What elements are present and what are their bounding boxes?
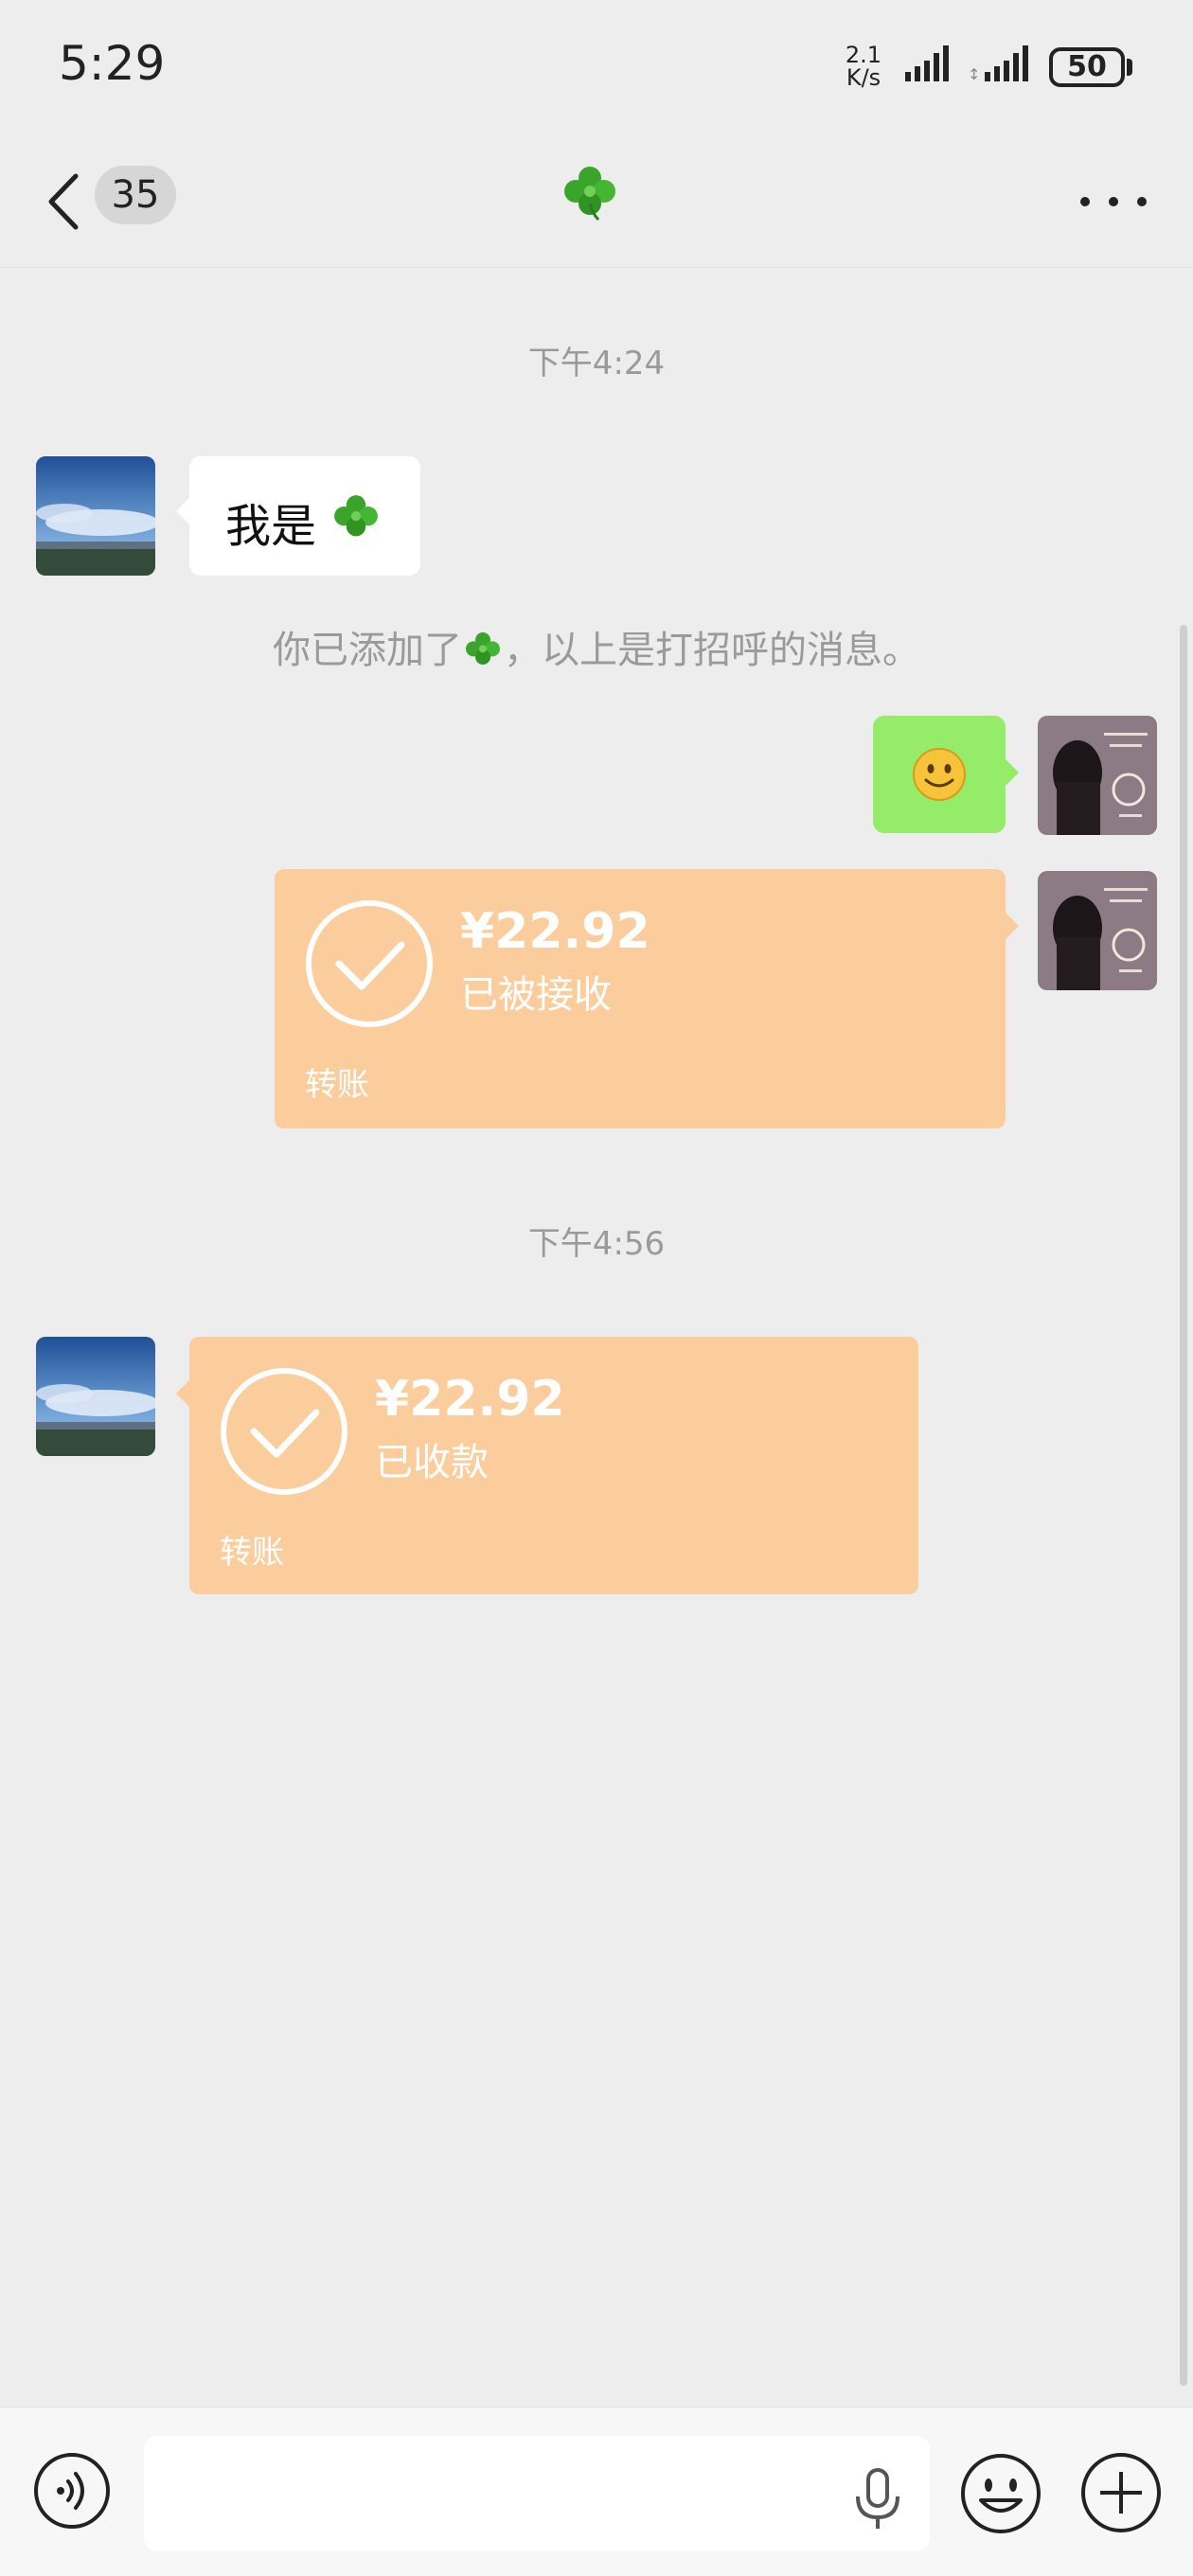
unread-count-badge[interactable]: 35 — [95, 166, 176, 224]
input-bar — [0, 2407, 1193, 2576]
battery-cap — [1127, 59, 1132, 76]
check-circle-icon — [306, 900, 433, 1027]
back-arrow-icon[interactable] — [38, 169, 95, 235]
four-leaf-clover-icon — [564, 167, 615, 222]
status-bar: 5:29 2.1 K/s ↕ 50 — [0, 0, 1193, 133]
status-time: 5:29 — [59, 36, 166, 91]
transfer-amount: ¥22.92 — [460, 903, 650, 960]
four-leaf-clover-icon — [334, 495, 378, 537]
greeting-text: 我是 — [225, 500, 317, 553]
cellular-signal-2-icon: ↕ — [968, 45, 1028, 83]
contact-avatar[interactable] — [36, 456, 155, 576]
emoji-icon[interactable] — [958, 2451, 1043, 2536]
smile-emoji-icon — [913, 748, 966, 801]
message-timestamp: 下午4:24 — [527, 345, 666, 382]
cellular-signal-icon — [905, 45, 949, 81]
network-speed-unit: K/s — [846, 64, 881, 91]
plus-icon[interactable] — [1079, 2451, 1163, 2534]
message-timestamp: 下午4:56 — [527, 1225, 666, 1263]
network-speed: 2.1 K/s — [843, 44, 884, 89]
received-text-bubble[interactable]: 我是 — [176, 456, 420, 576]
svg-text:↕: ↕ — [968, 65, 980, 83]
battery-indicator: 50 — [1049, 47, 1125, 87]
check-circle-icon — [221, 1368, 347, 1495]
network-speed-value: 2.1 — [845, 42, 882, 68]
transfer-card-sent[interactable]: ¥22.92 已被接收 转账 — [275, 869, 1019, 1128]
my-avatar[interactable] — [1038, 716, 1157, 835]
message-input[interactable] — [144, 2436, 930, 2551]
four-leaf-clover-icon — [466, 632, 500, 665]
transfer-status: 已被接收 — [460, 973, 612, 1017]
sent-emoji-bubble[interactable] — [873, 716, 1019, 833]
system-notice-suffix: ，以上是打招呼的消息。 — [504, 629, 920, 672]
transfer-amount: ¥22.92 — [375, 1371, 565, 1428]
voice-icon[interactable] — [32, 2451, 112, 2531]
my-avatar[interactable] — [1038, 871, 1157, 990]
system-notice-prefix: 你已添加了 — [273, 629, 462, 672]
more-dots-icon[interactable] — [1076, 187, 1151, 216]
chat-header: 35 — [0, 133, 1193, 268]
transfer-status: 已收款 — [375, 1441, 489, 1484]
mic-icon[interactable] — [852, 2468, 903, 2531]
system-notice: 你已添加了 ，以上是打招呼的消息。 — [0, 619, 1193, 674]
transfer-card-received[interactable]: ¥22.92 已收款 转账 — [176, 1337, 918, 1594]
transfer-label: 转账 — [305, 1066, 369, 1104]
transfer-label: 转账 — [220, 1534, 284, 1572]
chat-scrollbar[interactable] — [1180, 625, 1187, 2386]
contact-avatar[interactable] — [36, 1337, 155, 1456]
